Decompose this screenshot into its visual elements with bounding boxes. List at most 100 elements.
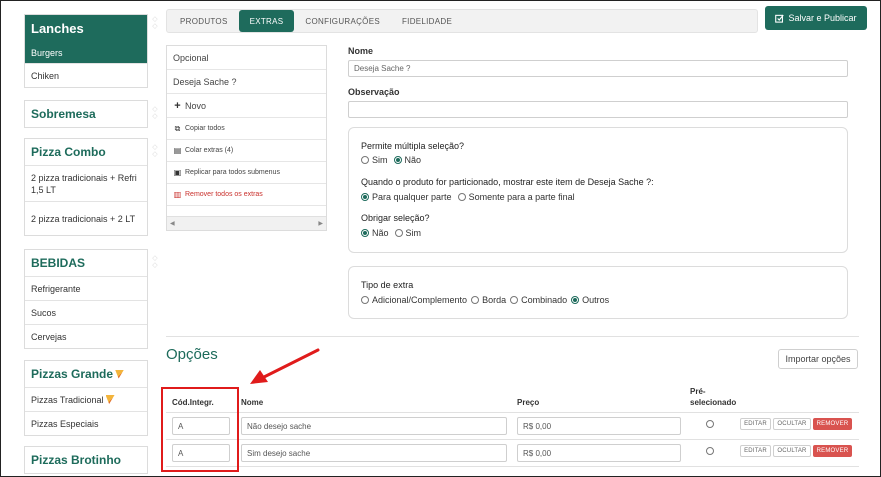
multi-select-question: Permite múltipla seleção? <box>361 141 465 151</box>
horizontal-scrollbar[interactable]: ◀ ▶ <box>167 216 326 230</box>
replicate-submenus-label: Replicar para todos submenus <box>185 169 280 176</box>
replicate-icon: ▣ <box>173 168 182 177</box>
tab-bar: PRODUTOS EXTRAS CONFIGURAÇÕES FIDELIDADE <box>166 9 758 33</box>
radio-required-nao[interactable]: Não <box>361 228 389 238</box>
category-header[interactable]: Sobremesa <box>25 101 147 127</box>
radio-multi-sim[interactable]: Sim <box>361 155 388 165</box>
category-header[interactable]: Pizzas Grande <box>25 361 147 387</box>
radio-split-any-part[interactable]: Para qualquer parte <box>361 192 452 202</box>
observation-input[interactable] <box>348 101 848 118</box>
option-name-input[interactable]: Não desejo sache <box>241 417 507 435</box>
paste-extras-label: Colar extras (4) <box>185 147 234 154</box>
replicate-submenus-button[interactable]: ▣ Replicar para todos submenus <box>167 162 326 184</box>
multi-select-options: Sim Não <box>361 155 421 165</box>
option-price-input[interactable]: R$ 0,00 <box>517 444 681 462</box>
tab-fidelidade[interactable]: FIDELIDADE <box>391 10 463 32</box>
preselected-radio[interactable] <box>706 420 714 428</box>
category-sobremesa: Sobremesa <box>24 100 148 128</box>
observation-label: Observação <box>348 87 400 97</box>
column-header-preselected-2: selecionado <box>690 398 737 407</box>
name-label: Nome <box>348 46 374 56</box>
table-row-divider <box>166 439 859 440</box>
hide-button[interactable]: OCULTAR <box>773 418 811 430</box>
category-item[interactable]: 2 pizza tradicionais + Refri 1,5 LT <box>25 165 147 201</box>
category-item[interactable]: Refrigerante <box>25 276 147 300</box>
hide-button[interactable]: OCULTAR <box>773 445 811 457</box>
required-question: Obrigar seleção? <box>361 213 430 223</box>
plus-icon: + <box>174 99 181 112</box>
radio-type-borda[interactable]: Borda <box>471 295 506 305</box>
sort-handle-icon[interactable]: ◇ ◇ <box>151 255 159 269</box>
category-header[interactable]: Pizza Combo <box>25 139 147 165</box>
extra-type-label: Tipo de extra <box>361 280 414 290</box>
table-row-divider <box>166 412 859 413</box>
column-header-preselected-1: Pré- <box>690 387 706 396</box>
copy-all-label: Copiar todos <box>185 125 225 132</box>
edit-button[interactable]: EDITAR <box>740 418 771 430</box>
category-pizza-combo: Pizza Combo 2 pizza tradicionais + Refri… <box>24 138 148 236</box>
radio-split-final-part[interactable]: Somente para a parte final <box>457 192 575 202</box>
options-title: Opções <box>166 346 218 363</box>
remove-button[interactable]: REMOVER <box>813 418 852 430</box>
extra-type-options: Adicional/Complemento Borda Combinado Ou… <box>361 295 609 305</box>
trash-icon: ▥ <box>173 190 182 199</box>
radio-required-sim[interactable]: Sim <box>394 228 421 238</box>
pizza-icon <box>115 369 125 379</box>
category-item-label: Pizzas Tradicional <box>31 394 104 405</box>
category-item[interactable]: Pizzas Especiais <box>25 411 147 435</box>
category-item-burgers[interactable]: Burgers <box>25 41 147 63</box>
radio-type-adicional[interactable]: Adicional/Complemento <box>361 295 467 305</box>
category-pizzas-grande: Pizzas Grande Pizzas Tradicional Pizzas … <box>24 360 148 436</box>
category-bebidas: BEBIDAS Refrigerante Sucos Cervejas <box>24 249 148 349</box>
new-extra-button[interactable]: + Novo <box>167 94 326 118</box>
tab-extras[interactable]: EXTRAS <box>238 10 295 32</box>
pizza-icon <box>105 395 115 404</box>
remove-all-extras-button[interactable]: ▥ Remover todos os extras <box>167 184 326 206</box>
category-item[interactable]: 2 pizza tradicionais + 2 LT <box>25 201 147 235</box>
preselected-radio[interactable] <box>706 447 714 455</box>
category-header[interactable]: Pizzas Brotinho <box>25 447 147 473</box>
category-item[interactable]: Cervejas <box>25 324 147 348</box>
sort-handle-icon[interactable]: ◇ ◇ <box>151 106 159 120</box>
category-item-chiken[interactable]: Chiken <box>25 63 147 87</box>
section-divider <box>166 336 859 337</box>
name-input[interactable]: Deseja Sache ? <box>348 60 848 77</box>
tab-configuracoes[interactable]: CONFIGURAÇÕES <box>294 10 391 32</box>
column-header-price: Preço <box>517 398 540 407</box>
edit-button[interactable]: EDITAR <box>740 445 771 457</box>
extra-item-opcional[interactable]: Opcional <box>167 46 326 70</box>
import-options-button[interactable]: Importar opções <box>778 349 858 369</box>
copy-icon: ⧉ <box>174 123 181 133</box>
paste-icon: ▤ <box>173 146 182 155</box>
table-row-divider <box>166 466 859 467</box>
scroll-right-icon[interactable]: ▶ <box>318 220 323 227</box>
option-price-input[interactable]: R$ 0,00 <box>517 417 681 435</box>
extras-list: Opcional Deseja Sache ? + Novo ⧉ Copiar … <box>166 45 327 231</box>
annotation-highlight-box <box>161 387 239 472</box>
category-header[interactable]: BEBIDAS <box>25 250 147 276</box>
scroll-left-icon[interactable]: ◀ <box>170 220 175 227</box>
category-lanches: Lanches Burgers Chiken <box>24 14 148 88</box>
radio-type-combinado[interactable]: Combinado <box>510 295 567 305</box>
split-question: Quando o produto for particionado, mostr… <box>361 177 654 187</box>
extra-item-deseja-sache[interactable]: Deseja Sache ? <box>167 70 326 94</box>
radio-type-outros[interactable]: Outros <box>571 295 609 305</box>
category-header[interactable]: Lanches <box>25 15 147 41</box>
save-publish-label: Salvar e Publicar <box>788 13 857 23</box>
category-item[interactable]: Sucos <box>25 300 147 324</box>
remove-button[interactable]: REMOVER <box>813 445 852 457</box>
category-item[interactable]: Pizzas Tradicional <box>25 387 147 411</box>
edit-check-icon <box>775 14 785 23</box>
annotation-arrow-icon <box>250 348 320 384</box>
option-name-input[interactable]: Sim desejo sache <box>241 444 507 462</box>
column-header-name: Nome <box>241 398 264 407</box>
selection-rules-panel: Permite múltipla seleção? Sim Não Quando… <box>348 127 848 253</box>
sort-handle-icon[interactable]: ◇ ◇ <box>151 144 159 158</box>
sort-handle-icon[interactable]: ◇ ◇ <box>151 16 159 30</box>
paste-extras-button[interactable]: ▤ Colar extras (4) <box>167 140 326 162</box>
category-pizzas-brotinho: Pizzas Brotinho <box>24 446 148 474</box>
tab-produtos[interactable]: PRODUTOS <box>169 10 239 32</box>
radio-multi-nao[interactable]: Não <box>393 155 421 165</box>
copy-all-button[interactable]: ⧉ Copiar todos <box>167 118 326 140</box>
save-publish-button[interactable]: Salvar e Publicar <box>765 6 867 30</box>
